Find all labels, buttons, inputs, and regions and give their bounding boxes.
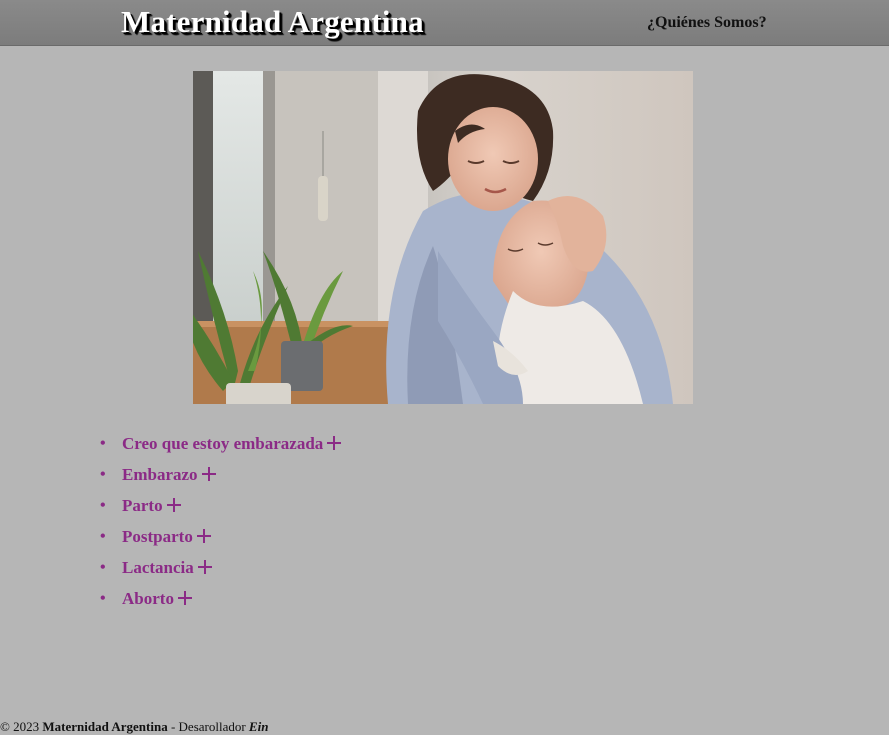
bullet-icon: • bbox=[100, 559, 106, 576]
topic-link-postparto[interactable]: Postparto bbox=[122, 523, 211, 551]
bullet-icon: • bbox=[100, 590, 106, 607]
topic-label: Lactancia bbox=[122, 558, 194, 577]
plus-icon[interactable] bbox=[201, 467, 216, 481]
footer-separator: - Desarollador bbox=[170, 719, 246, 734]
topic-link-embarazo[interactable]: Embarazo bbox=[122, 461, 216, 489]
bullet-icon: • bbox=[100, 435, 106, 452]
site-title[interactable]: Maternidad Argentina bbox=[121, 4, 424, 40]
topic-label: Embarazo bbox=[122, 465, 198, 484]
topic-link-parto[interactable]: Parto bbox=[122, 492, 181, 520]
topic-label: Creo que estoy embarazada bbox=[122, 434, 324, 453]
bullet-icon: • bbox=[100, 528, 106, 545]
plus-icon[interactable] bbox=[177, 591, 192, 605]
topic-label: Parto bbox=[122, 496, 163, 515]
plus-icon[interactable] bbox=[197, 560, 212, 574]
plus-icon[interactable] bbox=[166, 498, 181, 512]
topic-label: Postparto bbox=[122, 527, 193, 546]
bullet-icon: • bbox=[100, 497, 106, 514]
topic-link-lactancia[interactable]: Lactancia bbox=[122, 554, 212, 582]
plus-icon[interactable] bbox=[196, 529, 211, 543]
footer-developer: Ein bbox=[248, 719, 269, 734]
footer: © 2023 Maternidad Argentina - Desarollad… bbox=[0, 719, 268, 735]
footer-site-name: Maternidad Argentina bbox=[42, 719, 168, 734]
bullet-icon: • bbox=[100, 466, 106, 483]
topic-link-creo-que-estoy-embarazada[interactable]: Creo que estoy embarazada bbox=[122, 430, 342, 458]
footer-copyright: © 2023 bbox=[0, 719, 40, 734]
plus-icon[interactable] bbox=[327, 436, 342, 450]
site-header: Maternidad Argentina ¿Quiénes Somos? bbox=[0, 0, 889, 46]
topic-link-aborto[interactable]: Aborto bbox=[122, 585, 192, 613]
hero-image bbox=[193, 71, 693, 404]
about-us-link[interactable]: ¿Quiénes Somos? bbox=[647, 13, 767, 33]
topic-label: Aborto bbox=[122, 589, 174, 608]
